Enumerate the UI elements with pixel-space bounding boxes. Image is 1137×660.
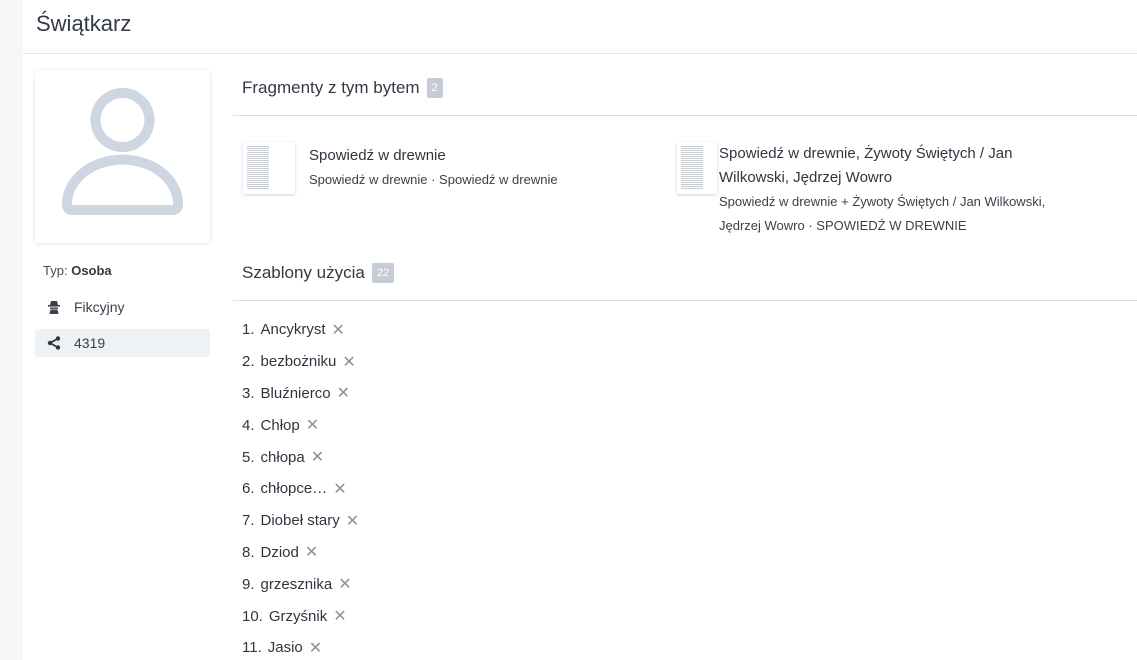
fragments-heading: Fragmenty z tym bytem — [242, 78, 420, 97]
remove-icon[interactable]: ✕ — [338, 574, 351, 594]
remove-icon[interactable]: ✕ — [333, 479, 346, 499]
list-item-label: Ancykryst — [260, 321, 326, 339]
list-item: 3. Bluźnierco ✕ — [242, 378, 359, 410]
list-item-number: 11. — [242, 639, 262, 657]
list-item-label: Bluźnierco — [260, 384, 331, 402]
list-item-label: grzesznika — [260, 575, 333, 593]
entity-type-value: Osoba — [71, 263, 112, 278]
list-item-label: Chłop — [260, 416, 300, 434]
fragment-subtitle: Spowiedź w drewnie + Żywoty Świętych / J… — [719, 194, 1046, 233]
fiction-label: Fikcyjny — [74, 299, 125, 315]
list-item-label: Diobeł stary — [260, 512, 340, 530]
fragment-item[interactable]: Spowiedź w drewnie, Żywoty Świętych / Ja… — [677, 142, 1087, 238]
remove-icon[interactable]: ✕ — [305, 542, 318, 562]
page-header: Świątkarz — [23, 0, 1137, 54]
list-item: 2. bezbożniku ✕ — [242, 346, 359, 378]
list-item: 8. Dziod ✕ — [242, 537, 359, 569]
fragment-title[interactable]: Spowiedź w drewnie — [309, 144, 558, 168]
templates-list: 1. Ancykryst ✕ 2. bezbożniku ✕ 3. Bluźnierco ✕… — [242, 314, 359, 660]
templates-heading: Szablony użycia — [242, 263, 365, 282]
templates-header: Szablony użycia 22 — [233, 253, 1137, 301]
list-item-label: bezbożniku — [260, 353, 337, 371]
list-item-number: 4. — [242, 416, 255, 434]
left-edge-strip — [0, 0, 23, 660]
remove-icon[interactable]: ✕ — [333, 606, 346, 626]
share-node-icon — [45, 335, 63, 351]
entity-type: Typ: Osoba — [43, 263, 112, 278]
entity-id: 4319 — [74, 335, 106, 351]
fiction-flag: Fikcyjny — [35, 293, 210, 321]
list-item: 5. chłopa ✕ — [242, 441, 359, 473]
remove-icon[interactable]: ✕ — [346, 511, 359, 531]
page-title: Świątkarz — [36, 11, 132, 36]
remove-icon[interactable]: ✕ — [332, 320, 345, 340]
incognito-icon — [45, 299, 63, 315]
fragments-title: Fragmenty z tym bytem 2 — [242, 78, 443, 98]
list-item: 4. Chłop ✕ — [242, 409, 359, 441]
list-item: 11. Jasio ✕ — [242, 632, 359, 660]
remove-icon[interactable]: ✕ — [306, 415, 319, 435]
list-item-label: Jasio — [267, 639, 303, 657]
templates-title: Szablony użycia 22 — [242, 263, 395, 283]
list-item-label: Dziod — [260, 543, 299, 561]
list-item: 9. grzesznika ✕ — [242, 568, 359, 600]
remove-icon[interactable]: ✕ — [309, 638, 322, 658]
list-item-number: 2. — [242, 353, 255, 371]
list-item-number: 6. — [242, 480, 255, 498]
remove-icon[interactable]: ✕ — [342, 352, 355, 372]
fragment-thumbnail[interactable] — [243, 142, 295, 194]
list-item-number: 8. — [242, 543, 255, 561]
list-item-number: 1. — [242, 321, 255, 339]
list-item-number: 10. — [242, 607, 263, 625]
list-item-number: 5. — [242, 448, 255, 466]
fragment-item[interactable]: Spowiedź w drewnie Spowiedź w drewnie · … — [243, 142, 653, 194]
entity-id-link[interactable]: 4319 — [35, 329, 210, 357]
fragment-thumbnail[interactable] — [677, 142, 717, 194]
list-item: 6. chłopce… ✕ — [242, 473, 359, 505]
list-item-label: Grzyśnik — [268, 607, 328, 625]
remove-icon[interactable]: ✕ — [311, 447, 324, 467]
user-placeholder-icon — [62, 88, 183, 215]
templates-count-badge: 22 — [371, 263, 395, 283]
remove-icon[interactable]: ✕ — [337, 383, 350, 403]
fragment-title[interactable]: Spowiedź w drewnie, Żywoty Świętych / Ja… — [719, 142, 1079, 190]
entity-type-prefix: Typ: — [43, 263, 68, 278]
list-item-number: 7. — [242, 512, 255, 530]
fragments-count-badge: 2 — [426, 78, 443, 98]
fragment-subtitle: Spowiedź w drewnie · Spowiedź w drewnie — [309, 172, 558, 187]
list-item-label: chłopa — [260, 448, 305, 466]
list-item-number: 3. — [242, 384, 255, 402]
list-item: 7. Diobeł stary ✕ — [242, 505, 359, 537]
list-item: 10. Grzyśnik ✕ — [242, 600, 359, 632]
avatar — [35, 70, 210, 243]
fragments-header: Fragmenty z tym bytem 2 — [233, 68, 1137, 116]
list-item: 1. Ancykryst ✕ — [242, 314, 359, 346]
list-item-number: 9. — [242, 575, 255, 593]
list-item-label: chłopce… — [260, 480, 328, 498]
